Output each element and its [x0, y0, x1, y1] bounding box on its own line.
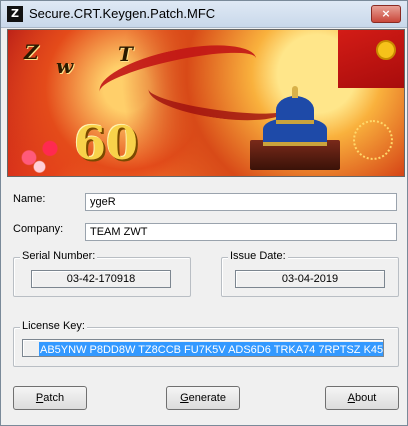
- window-title: Secure.CRT.Keygen.Patch.MFC: [29, 6, 216, 21]
- ribbon-swirl-lower: [146, 70, 290, 128]
- keygen-window: Z Secure.CRT.Keygen.Patch.MFC × Z w T 60…: [0, 0, 408, 426]
- issue-date-label: Issue Date:: [228, 250, 288, 262]
- issue-date-group: Issue Date: 03-04-2019: [221, 250, 399, 297]
- license-key-field[interactable]: AB5YNW P8DD8W TZ8CCB FU7K5V ADS6D6 TRKA7…: [22, 339, 384, 357]
- license-key-selection: AB5YNW P8DD8W TZ8CCB FU7K5V ADS6D6 TRKA7…: [39, 342, 383, 356]
- flag-graphic: [338, 30, 404, 88]
- about-button-mnemonic: A: [347, 392, 355, 404]
- license-key-label: License Key:: [20, 320, 87, 332]
- generate-button-mnemonic: G: [180, 392, 189, 404]
- serial-number-group: Serial Number: 03-42-170918: [13, 250, 191, 297]
- temple-roof-upper: [276, 96, 314, 124]
- license-key-group: License Key: AB5YNW P8DD8W TZ8CCB FU7K5V…: [13, 320, 399, 367]
- company-field[interactable]: TEAM ZWT: [85, 223, 397, 241]
- about-button[interactable]: About: [325, 386, 399, 410]
- serial-number-label: Serial Number:: [20, 250, 98, 262]
- title-bar[interactable]: Z Secure.CRT.Keygen.Patch.MFC ×: [1, 1, 407, 28]
- about-button-label: bout: [354, 392, 377, 404]
- issue-date-field[interactable]: 03-04-2019: [235, 270, 385, 288]
- banner-image: Z w T 60: [7, 29, 405, 177]
- patch-button-label: atch: [43, 392, 65, 404]
- banner-letter-z: Z: [24, 40, 39, 64]
- emblem-icon: [376, 40, 396, 60]
- flowers-graphic: [8, 130, 78, 176]
- banner-letter-w: w: [56, 54, 74, 78]
- fireworks-graphic: [353, 120, 393, 160]
- name-field[interactable]: ygeR: [85, 193, 397, 211]
- serial-number-field[interactable]: 03-42-170918: [31, 270, 171, 288]
- close-button[interactable]: ×: [371, 5, 401, 23]
- anniversary-number: 60: [74, 116, 139, 170]
- company-label: Company:: [13, 223, 64, 235]
- name-label: Name:: [13, 193, 46, 205]
- temple-spire: [292, 86, 298, 98]
- generate-button-label: enerate: [188, 392, 226, 404]
- app-icon: Z: [7, 6, 23, 22]
- banner-letter-t: T: [118, 42, 133, 66]
- patch-button[interactable]: Patch: [13, 386, 87, 410]
- generate-button[interactable]: Generate: [166, 386, 240, 410]
